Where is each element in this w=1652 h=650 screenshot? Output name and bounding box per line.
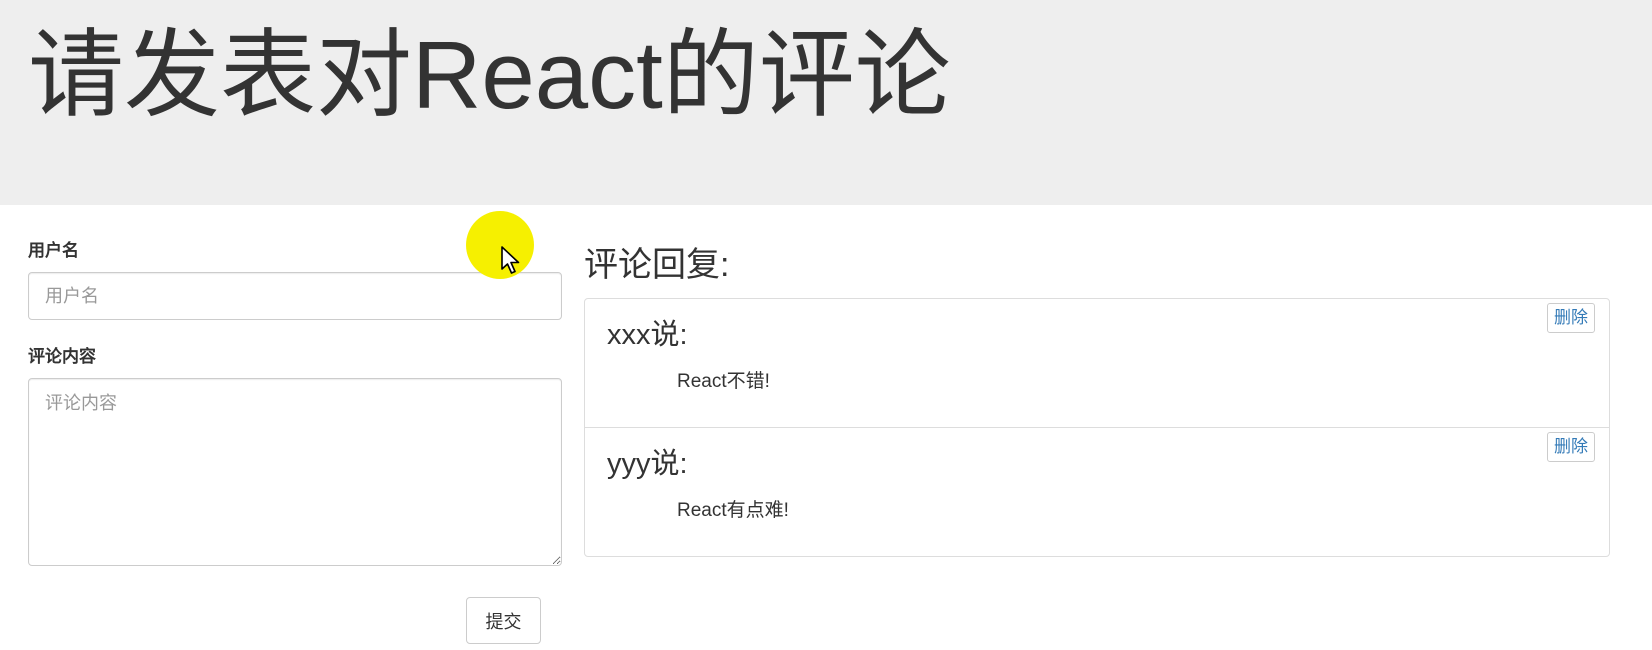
submit-button[interactable]: 提交 bbox=[466, 597, 541, 644]
reply-item: 删除 xxx说: React不错! bbox=[585, 299, 1609, 428]
replies-heading: 评论回复: bbox=[584, 246, 730, 284]
reply-list: 删除 xxx说: React不错! 删除 yyy说: React有点难! bbox=[584, 298, 1610, 557]
content-label: 评论内容 bbox=[28, 347, 96, 366]
reply-content: React不错! bbox=[677, 371, 770, 392]
reply-username: xxx说: bbox=[607, 319, 688, 351]
comment-content-textarea[interactable] bbox=[28, 378, 562, 566]
delete-button[interactable]: 删除 bbox=[1547, 303, 1595, 333]
reply-content: React有点难! bbox=[677, 500, 789, 521]
reply-item: 删除 yyy说: React有点难! bbox=[585, 428, 1609, 556]
comment-form: 用户名 评论内容 bbox=[28, 240, 562, 566]
header-banner: 请发表对React的评论 bbox=[0, 0, 1652, 205]
page-title: 请发表对React的评论 bbox=[28, 22, 951, 129]
username-input[interactable] bbox=[28, 272, 562, 320]
reply-username: yyy说: bbox=[607, 448, 688, 480]
delete-button[interactable]: 删除 bbox=[1547, 432, 1595, 462]
username-label: 用户名 bbox=[28, 241, 79, 260]
